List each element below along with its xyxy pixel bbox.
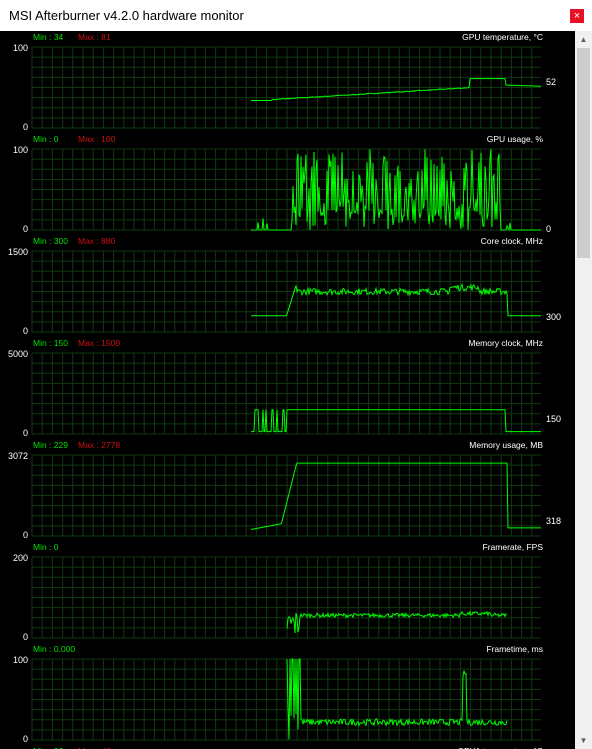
min-label: Min : 300: [33, 236, 68, 246]
axis-top-label: 100: [13, 655, 28, 665]
graphs-canvas: Min : 34 Max : 81 GPU temperature, °C 100 0 5…: [8, 32, 561, 749]
current-value-label: 52: [546, 77, 556, 87]
graph-line-framerate: [286, 610, 508, 634]
axis-top-label: 200: [13, 553, 28, 563]
axis-top-label: 1500: [8, 247, 28, 257]
hardware-monitor-window: MSI Afterburner v4.2.0 hardware monitor …: [0, 0, 592, 749]
graph-line-core-clock: [251, 282, 541, 317]
title-bar[interactable]: MSI Afterburner v4.2.0 hardware monitor …: [0, 0, 592, 31]
graph-line-memory-usage: [250, 462, 541, 530]
window-title: MSI Afterburner v4.2.0 hardware monitor: [9, 8, 244, 23]
axis-bottom-label: 0: [23, 530, 28, 540]
axis-bottom-label: 0: [23, 734, 28, 744]
graph-panel-frametime[interactable]: [31, 658, 541, 741]
min-label: Min : 0: [33, 542, 59, 552]
axis-bottom-label: 0: [23, 224, 28, 234]
graph-title: Frametime, ms: [486, 644, 543, 654]
current-value-label: 0: [546, 224, 551, 234]
max-label: Max : 2778: [78, 440, 120, 450]
current-value-label: 150: [546, 414, 561, 424]
graph-panel-framerate[interactable]: [31, 556, 541, 639]
graph-panel-gpu-temp[interactable]: [31, 46, 541, 129]
min-label: Min : 34: [33, 32, 64, 42]
graph-panel-memory-clock[interactable]: [31, 352, 541, 435]
vertical-scrollbar[interactable]: ▲ ▼: [575, 31, 592, 749]
graph-title: Memory clock, MHz: [468, 338, 543, 348]
close-button[interactable]: ×: [570, 9, 584, 23]
axis-bottom-label: 0: [23, 632, 28, 642]
axis-bottom-label: 0: [23, 122, 28, 132]
current-value-label: 300: [546, 312, 561, 322]
graph-panel-memory-usage[interactable]: [31, 454, 541, 537]
graph-panel-gpu-usage[interactable]: [31, 148, 541, 232]
graph-title: Core clock, MHz: [481, 236, 543, 246]
monitor-graphs-area[interactable]: Min : 34 Max : 81 GPU temperature, °C 100 0 5…: [0, 31, 575, 749]
graph-title: GPU temperature, °C: [462, 32, 543, 42]
axis-bottom-label: 0: [23, 428, 28, 438]
min-label: Min : 229: [33, 440, 68, 450]
max-label: Max : 81: [78, 32, 111, 42]
scroll-down-icon[interactable]: ▼: [575, 732, 592, 749]
axis-bottom-label: 0: [23, 326, 28, 336]
axis-top-label: 100: [13, 145, 28, 155]
min-label: Min : 150: [33, 338, 68, 348]
axis-top-label: 3072: [8, 451, 28, 461]
graph-title: Memory usage, MB: [469, 440, 543, 450]
scroll-up-icon[interactable]: ▲: [575, 31, 592, 48]
min-label: Min : 0.000: [33, 644, 75, 654]
max-label: Max : 1500: [78, 338, 120, 348]
max-label: Max : 880: [78, 236, 116, 246]
current-value-label: 318: [546, 516, 561, 526]
min-label: Min : 0: [33, 134, 59, 144]
axis-top-label: 5000: [8, 349, 28, 359]
graph-line-memory-clock: [251, 409, 541, 433]
graph-panel-core-clock[interactable]: [31, 250, 541, 333]
graph-title: GPU usage, %: [487, 134, 544, 144]
axis-top-label: 100: [13, 43, 28, 53]
max-label: Max : 100: [78, 134, 116, 144]
scroll-thumb[interactable]: [577, 48, 590, 258]
graph-title: Framerate, FPS: [483, 542, 544, 552]
